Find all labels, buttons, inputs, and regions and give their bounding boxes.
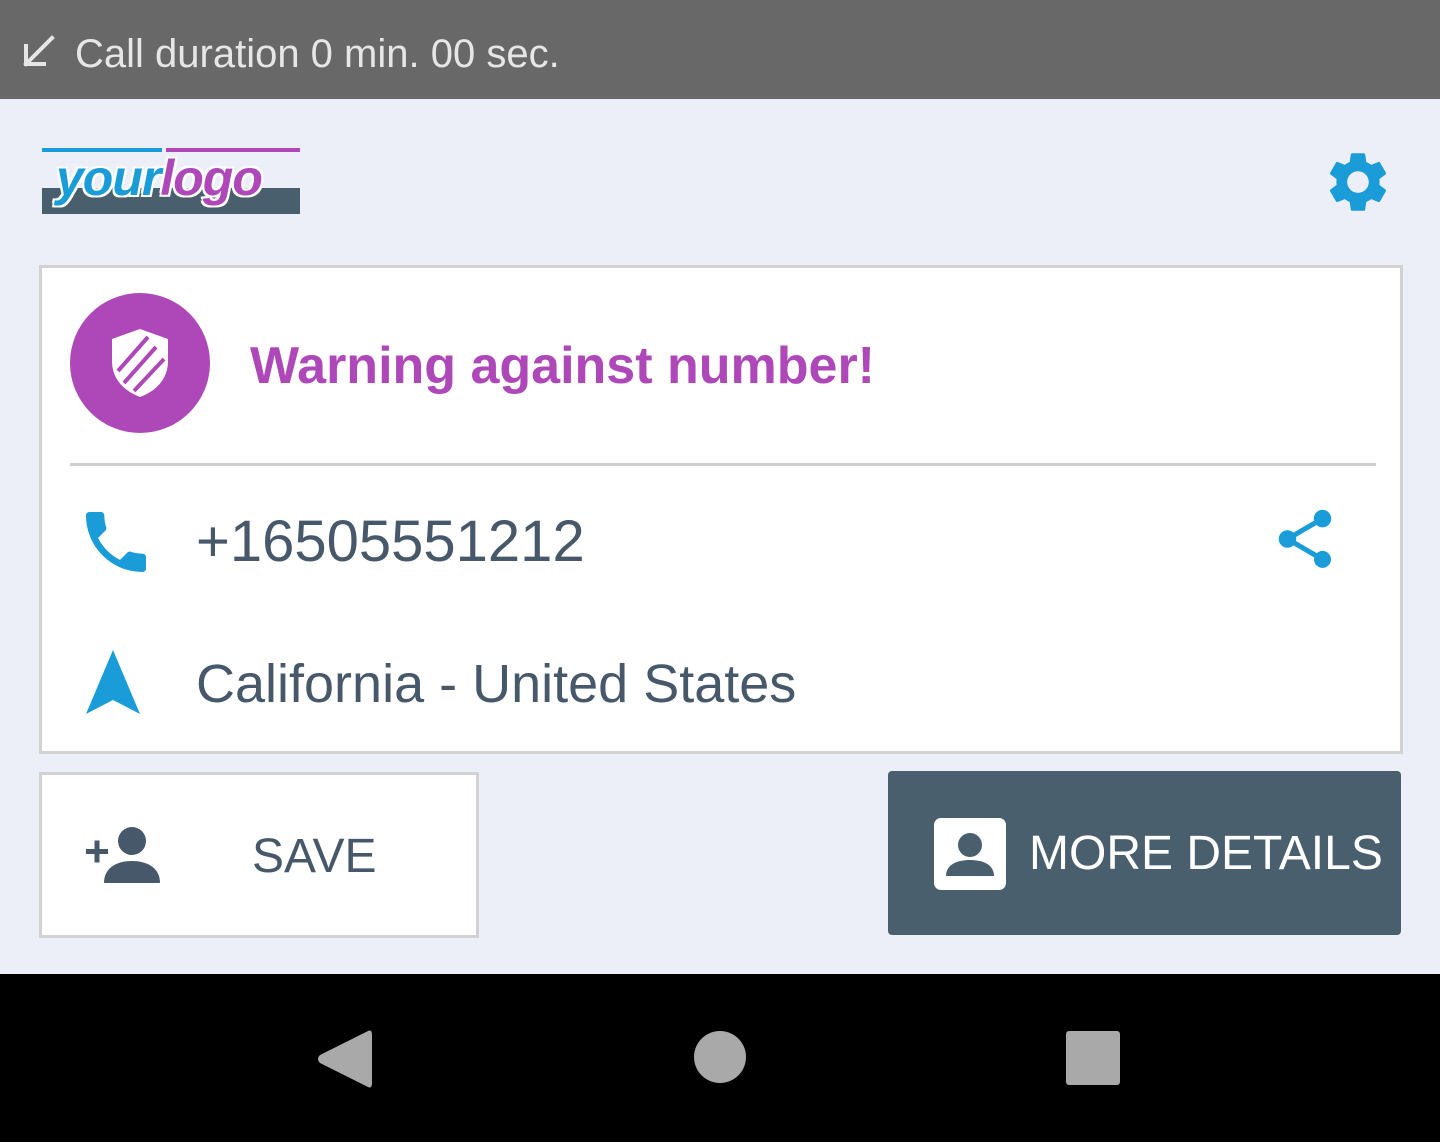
caller-info-card: Warning against number! +16505551212 Cal… — [39, 265, 1403, 754]
contact-card-icon — [934, 818, 1006, 890]
warning-badge — [70, 293, 210, 433]
divider — [70, 463, 1376, 466]
more-details-label: MORE DETAILS — [1029, 827, 1383, 880]
brand-logo: yourlogo — [42, 148, 300, 214]
phone-icon — [86, 512, 146, 572]
recents-square-icon[interactable] — [1066, 1031, 1120, 1085]
more-details-button[interactable]: MORE DETAILS — [888, 771, 1401, 935]
warning-title: Warning against number! — [250, 337, 875, 395]
call-duration-text: Call duration 0 min. 00 sec. — [75, 32, 560, 76]
home-circle-icon[interactable] — [694, 1031, 746, 1083]
system-nav-bar — [0, 974, 1440, 1142]
save-label: SAVE — [252, 830, 377, 883]
location-text: California - United States — [196, 654, 797, 714]
add-person-icon — [86, 827, 160, 883]
logo-wordmark: yourlogo — [56, 150, 263, 206]
navigation-icon — [86, 650, 140, 714]
call-status-bar: Call duration 0 min. 00 sec. — [0, 0, 1440, 99]
share-icon[interactable] — [1270, 504, 1340, 574]
incoming-call-arrow-icon — [23, 35, 55, 67]
back-triangle-icon[interactable] — [316, 1029, 372, 1089]
gear-icon[interactable] — [1322, 146, 1394, 218]
shield-icon — [112, 329, 168, 397]
save-button[interactable]: SAVE — [39, 772, 479, 938]
phone-number: +16505551212 — [196, 509, 585, 574]
